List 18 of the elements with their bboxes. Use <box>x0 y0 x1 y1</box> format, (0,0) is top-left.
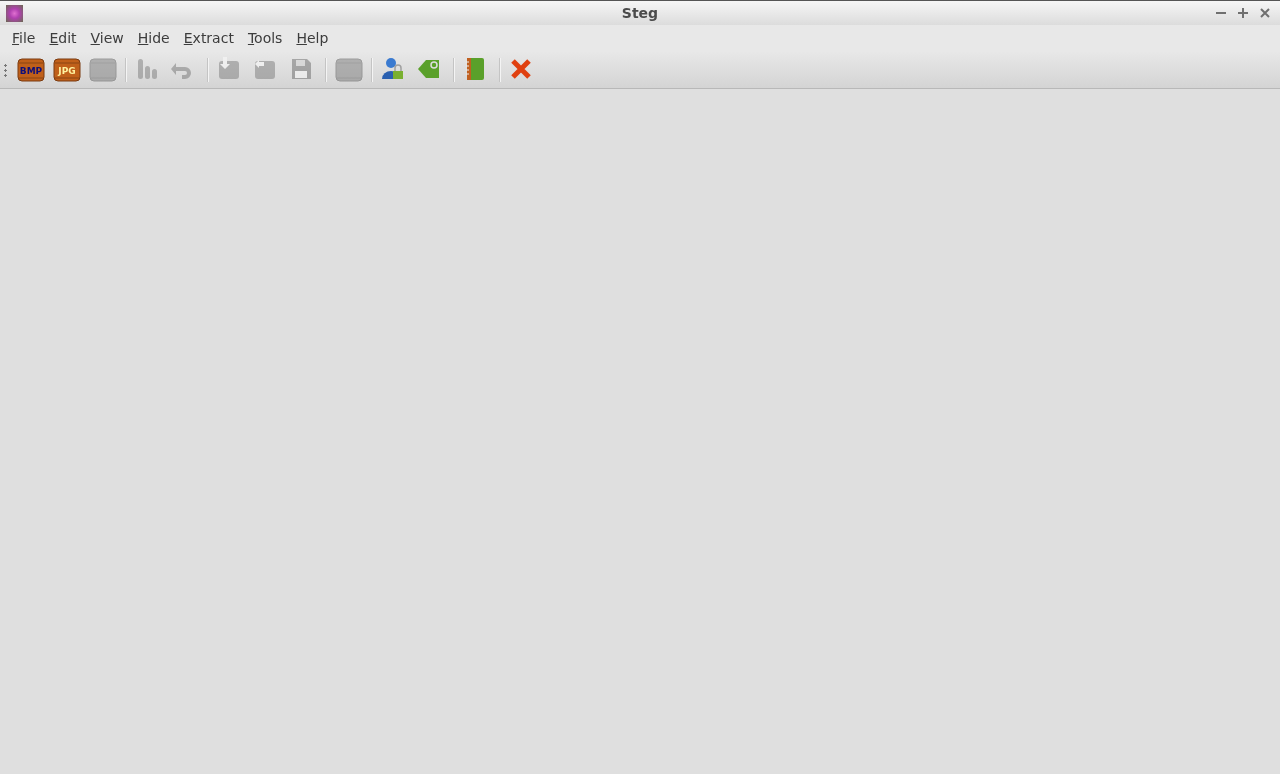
crate-icon <box>89 56 117 83</box>
menu-item[interactable]: Edit <box>42 30 84 46</box>
window-title: Steg <box>621 5 659 21</box>
menu-item[interactable]: Hide <box>130 30 177 46</box>
crate-button[interactable]: BMP <box>13 53 49 86</box>
menu-item[interactable]: Help <box>289 30 336 46</box>
close-icon <box>1260 8 1270 18</box>
menu-item[interactable]: Extract <box>176 30 241 46</box>
crate-button[interactable]: JPG <box>49 53 85 86</box>
menu-item[interactable]: View <box>83 30 131 46</box>
menu-item[interactable]: Tools <box>240 30 290 46</box>
icon-label: JPG <box>56 65 77 76</box>
icon-label: BMP <box>18 65 44 76</box>
menu-item[interactable]: File <box>5 30 43 46</box>
toolbar-grip[interactable] <box>4 62 7 77</box>
app-icon <box>6 4 23 22</box>
crate-icon <box>335 56 363 83</box>
maximize-icon <box>1238 8 1248 18</box>
